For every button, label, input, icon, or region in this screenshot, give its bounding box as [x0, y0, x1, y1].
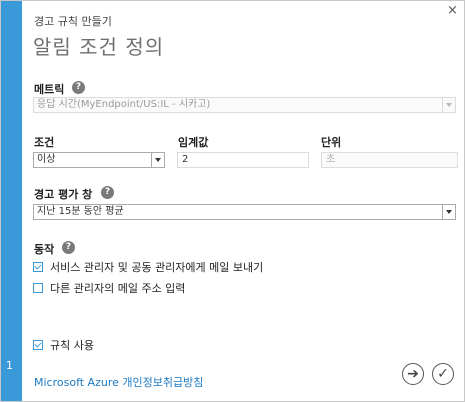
condition-select[interactable]: 이상 — [33, 152, 165, 168]
next-arrow-icon[interactable]: ➔ — [402, 363, 424, 385]
threshold-label: 임계값 — [178, 136, 209, 149]
threshold-input[interactable]: 2 — [177, 152, 309, 168]
complete-check-icon[interactable]: ✓ — [432, 363, 454, 385]
chevron-down-icon — [442, 98, 455, 112]
metric-select: 응답 시간(MyEndpoint/US:IL - 시카고) — [33, 97, 456, 113]
condition-label: 조건 — [34, 136, 55, 149]
condition-select-value: 이상 — [37, 154, 56, 165]
metric-label: 메트릭 — [34, 83, 65, 96]
dialog-title: 알림 조건 정의 — [33, 35, 165, 59]
dialog-subtitle: 경고 규칙 만들기 — [34, 15, 112, 28]
dialog: 1 × 경고 규칙 만들기 알림 조건 정의 메트릭 ? 응답 시간(MyEnd… — [0, 0, 465, 402]
window-label: 경고 평가 창 — [34, 188, 93, 201]
other-emails-label: 다른 관리자의 메일 주소 입력 — [50, 282, 186, 295]
chevron-down-icon — [442, 205, 455, 219]
email-admins-label: 서비스 관리자 및 공동 관리자에게 메일 보내기 — [50, 261, 264, 274]
enable-rule-checkbox[interactable] — [33, 340, 43, 350]
close-icon[interactable]: × — [447, 4, 458, 18]
email-admins-checkbox[interactable] — [33, 262, 43, 272]
unit-label: 단위 — [321, 136, 342, 149]
chevron-down-icon — [151, 153, 164, 167]
unit-input: 초 — [321, 152, 458, 168]
other-emails-checkbox[interactable] — [33, 283, 43, 293]
enable-rule-label: 규칙 사용 — [50, 339, 94, 352]
privacy-link[interactable]: Microsoft Azure 개인정보취급방침 — [34, 374, 203, 390]
window-select-value: 지난 15분 동안 평균 — [37, 206, 124, 217]
actions-label: 동작 — [34, 243, 55, 256]
wizard-step-bar: 1 — [1, 1, 22, 401]
evaluation-window-select[interactable]: 지난 15분 동안 평균 — [33, 204, 456, 220]
actions-help-icon[interactable]: ? — [62, 241, 75, 254]
metric-select-value: 응답 시간(MyEndpoint/US:IL - 시카고) — [37, 99, 211, 110]
active-step-indicator — [1, 1, 22, 401]
window-help-icon[interactable]: ? — [101, 186, 114, 199]
step-number: 1 — [6, 359, 13, 372]
metric-help-icon[interactable]: ? — [72, 81, 85, 94]
